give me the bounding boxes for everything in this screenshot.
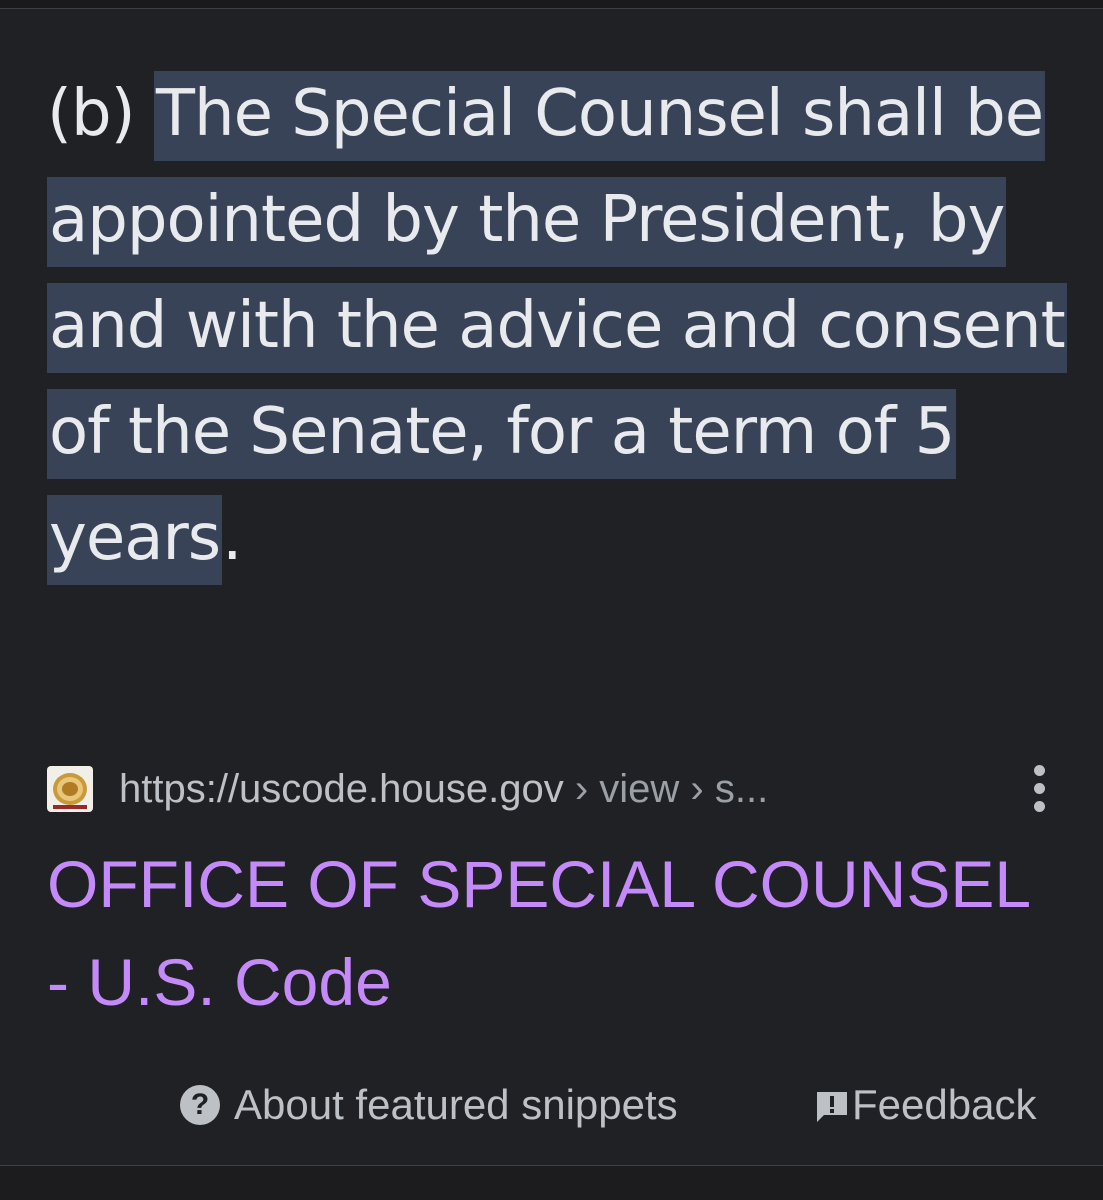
snippet-suffix: . [222, 501, 242, 575]
featured-snippet-card: (b) The Special Counsel shall be appoint… [0, 8, 1103, 1166]
snippet-highlight: The Special Counsel shall be appointed b… [47, 71, 1067, 585]
us-house-seal-icon [47, 766, 93, 812]
source-url[interactable]: https://uscode.house.gov › view › s... [119, 767, 768, 812]
feedback-link[interactable]: Feedback [814, 1081, 1036, 1129]
result-title-link[interactable]: OFFICE OF SPECIAL COUNSEL - U.S. Code [47, 835, 1047, 1031]
source-domain: https://uscode.house.gov [119, 766, 564, 811]
about-featured-snippets-link[interactable]: ? About featured snippets [180, 1081, 678, 1129]
source-row[interactable]: https://uscode.house.gov › view › s... [47, 761, 1057, 817]
feedback-icon [814, 1087, 850, 1123]
snippet-prefix: (b) [47, 77, 154, 151]
snippet-text: (b) The Special Counsel shall be appoint… [47, 61, 1077, 591]
feedback-label: Feedback [852, 1081, 1037, 1128]
more-vert-icon[interactable] [1029, 765, 1049, 813]
bottom-strip [0, 1166, 1103, 1200]
source-breadcrumb: › view › s... [563, 766, 769, 811]
about-label: About featured snippets [234, 1081, 678, 1128]
help-circle-icon: ? [180, 1085, 220, 1125]
